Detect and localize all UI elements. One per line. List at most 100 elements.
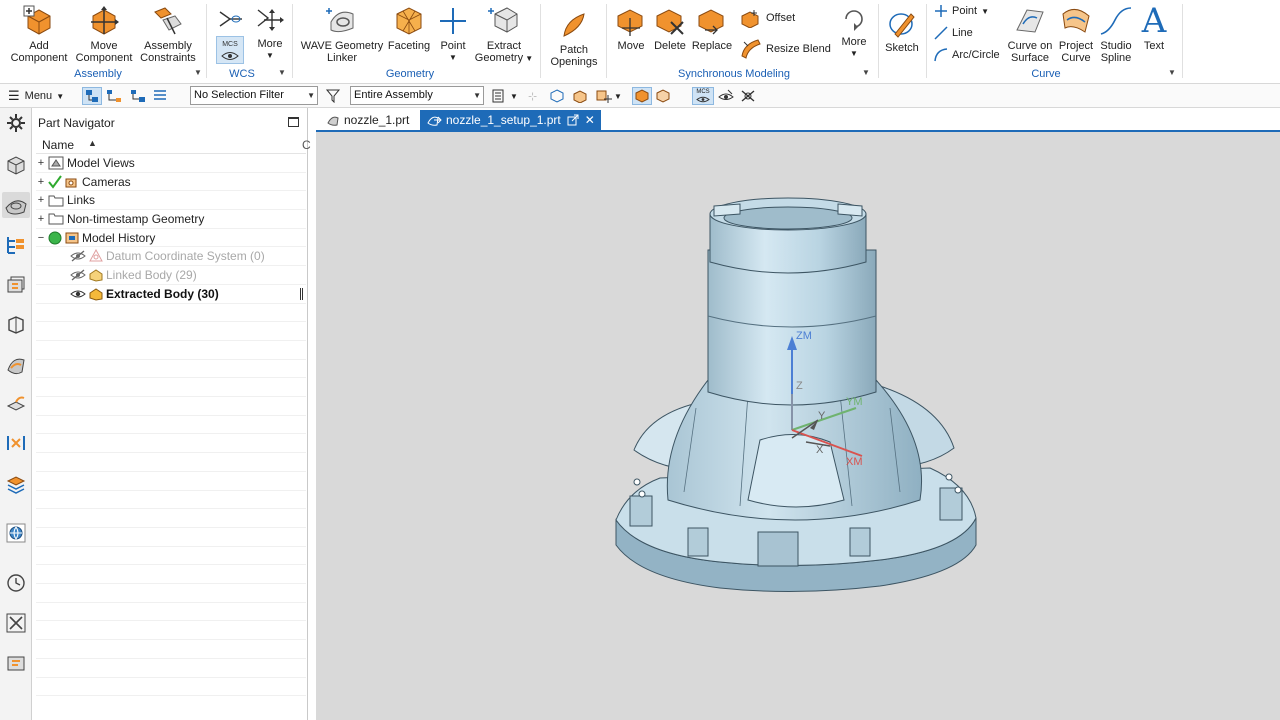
mcs-display-button[interactable]: MCS — [692, 87, 714, 105]
tree-item-datum-csys[interactable]: Datum Coordinate System (0) — [36, 248, 306, 267]
expand-icon[interactable]: + — [36, 176, 46, 188]
eye-icon — [696, 96, 710, 103]
tree-item-linked-body[interactable]: Linked Body (29) — [36, 266, 306, 285]
tree-item-model-history[interactable]: − Model History — [36, 229, 306, 248]
history-palette-icon[interactable] — [5, 394, 27, 416]
expand-icon[interactable]: + — [36, 157, 46, 169]
snap-options-icon[interactable]: ▼ — [492, 87, 518, 105]
sync-more-button[interactable]: More ▼ — [836, 4, 872, 60]
move-face-icon — [617, 9, 643, 36]
point-button[interactable]: Point ▼ — [436, 4, 470, 64]
faceting-icon — [396, 7, 422, 35]
nozzle-part-model[interactable] — [316, 132, 1280, 720]
expand-icon[interactable]: + — [36, 194, 46, 206]
move-component-icon — [91, 6, 119, 35]
arc-circle-button[interactable]: Arc/Circle — [934, 48, 1000, 62]
tree-item-cameras[interactable]: + Cameras — [36, 173, 306, 192]
close-icon[interactable]: ✕ — [585, 113, 595, 127]
shaded-view-button[interactable] — [632, 87, 652, 105]
project-curve-label: Project Curve — [1058, 40, 1094, 64]
part-navigator-icon[interactable] — [2, 192, 30, 218]
tree-item-links[interactable]: + Links — [36, 191, 306, 211]
settings-gear-icon[interactable] — [5, 112, 27, 134]
curve-group-expand-icon[interactable]: ▼ — [1168, 68, 1176, 77]
curve-on-surface-label: Curve on Surface — [1007, 40, 1053, 64]
assembly-constraints-button[interactable]: Assembly Constraints — [138, 4, 198, 64]
column-name-header[interactable]: Name — [42, 138, 74, 152]
tab-nozzle-1-setup-1[interactable]: nozzle_1_setup_1.prt ✕ — [420, 110, 601, 130]
menu-button[interactable]: ☰ Menu ▼ — [8, 87, 64, 105]
select-bodies-icon[interactable] — [130, 87, 146, 105]
clock-history-icon[interactable] — [5, 572, 27, 594]
teamcenter-icon[interactable] — [5, 652, 27, 674]
sync-delete-button[interactable]: Delete — [650, 4, 690, 52]
tree-item-model-views[interactable]: + Model Views — [36, 154, 306, 173]
expand-icon[interactable]: + — [36, 213, 46, 225]
graphics-window[interactable]: ZM Z YM Y XM X — [316, 132, 1280, 720]
move-component-button[interactable]: Move Component — [74, 4, 134, 64]
curve-point-button[interactable]: Point ▼ — [934, 4, 989, 18]
navigator-column-header: Name ▲ C — [36, 136, 311, 154]
resize-blend-button[interactable]: Resize Blend — [740, 38, 831, 60]
snap-point-icon[interactable]: ▼ — [596, 87, 622, 105]
globe-icon[interactable] — [5, 522, 27, 544]
studio-spline-button[interactable]: Studio Spline — [1096, 4, 1136, 64]
scope-dropdown[interactable]: Entire Assembly ▼ — [350, 86, 484, 105]
assembly-group-expand-icon[interactable]: ▼ — [194, 68, 202, 77]
show-hide-icon[interactable] — [718, 87, 734, 105]
filter-funnel-icon[interactable] — [326, 87, 342, 105]
patch-openings-button[interactable]: Patch Openings — [546, 10, 602, 68]
tree-item-non-timestamp-geometry[interactable]: + Non-timestamp Geometry — [36, 210, 306, 229]
sync-replace-button[interactable]: Replace — [690, 4, 734, 52]
sketch-button[interactable]: Sketch — [882, 8, 922, 54]
sync-move-button[interactable]: Move — [612, 4, 650, 52]
selection-filter-dropdown[interactable]: No Selection Filter ▼ — [190, 86, 318, 105]
line-button[interactable]: Line — [934, 26, 973, 40]
tools-roles-icon[interactable] — [5, 612, 27, 634]
wcs-more-button[interactable]: More ▼ — [252, 4, 288, 62]
collapse-icon[interactable]: − — [36, 232, 46, 244]
select-features-button[interactable] — [82, 87, 102, 105]
layer-manager-icon[interactable] — [5, 472, 27, 494]
maximize-icon[interactable] — [288, 117, 299, 127]
wireframe-cube-icon[interactable] — [656, 87, 670, 105]
add-component-button[interactable]: Add Component — [8, 4, 70, 64]
select-solid-icon[interactable] — [572, 87, 588, 105]
tab-undock-icon[interactable] — [567, 114, 579, 126]
scope-value: Entire Assembly — [354, 89, 433, 101]
refresh-icon — [845, 10, 863, 31]
chevron-down-icon: ▼ — [307, 91, 315, 100]
part-file-icon — [327, 116, 339, 126]
ribbon-separator — [606, 4, 607, 78]
wave-geometry-linker-button[interactable]: WAVE Geometry Linker — [300, 4, 384, 64]
assembly-navigator-icon[interactable] — [5, 154, 27, 176]
machining-navigator-icon[interactable] — [5, 432, 27, 454]
wcs-display-button[interactable]: MCS — [216, 36, 244, 64]
select-list-icon[interactable] — [152, 87, 168, 105]
tools-crossed-icon[interactable] — [740, 87, 756, 105]
sync-offset-button[interactable]: Offset — [740, 8, 795, 28]
replace-face-icon — [698, 9, 724, 35]
constraint-navigator-icon[interactable] — [5, 234, 27, 256]
wave-geometry-linker-label: WAVE Geometry Linker — [300, 40, 384, 64]
wcs-group-expand-icon[interactable]: ▼ — [278, 68, 286, 77]
sync-group-expand-icon[interactable]: ▼ — [862, 68, 870, 77]
select-face-icon[interactable] — [550, 87, 564, 105]
extract-geometry-button[interactable]: Extract Geometry ▼ — [474, 4, 534, 65]
curve-on-surface-button[interactable]: Curve on Surface — [1004, 4, 1056, 64]
web-browser-icon[interactable] — [5, 354, 27, 376]
wcs-orient-button[interactable] — [216, 8, 244, 32]
reuse-library-icon[interactable] — [5, 274, 27, 296]
hd3d-tools-icon[interactable] — [5, 314, 27, 336]
mcs-badge: MCS — [696, 89, 710, 95]
select-tree-icon[interactable] — [106, 87, 122, 105]
faceting-button[interactable]: Faceting — [386, 4, 432, 52]
mcs-badge: MCS — [222, 41, 238, 48]
empty-row — [36, 378, 306, 398]
project-curve-button[interactable]: Project Curve — [1056, 4, 1096, 64]
tree-item-extracted-body[interactable]: Extracted Body (30) — [36, 285, 306, 304]
text-button[interactable]: A Text — [1136, 2, 1172, 52]
tab-nozzle-1[interactable]: nozzle_1.prt — [320, 110, 415, 130]
column-trunc-header[interactable]: C — [302, 138, 311, 152]
column-resize-handle[interactable] — [300, 288, 303, 300]
